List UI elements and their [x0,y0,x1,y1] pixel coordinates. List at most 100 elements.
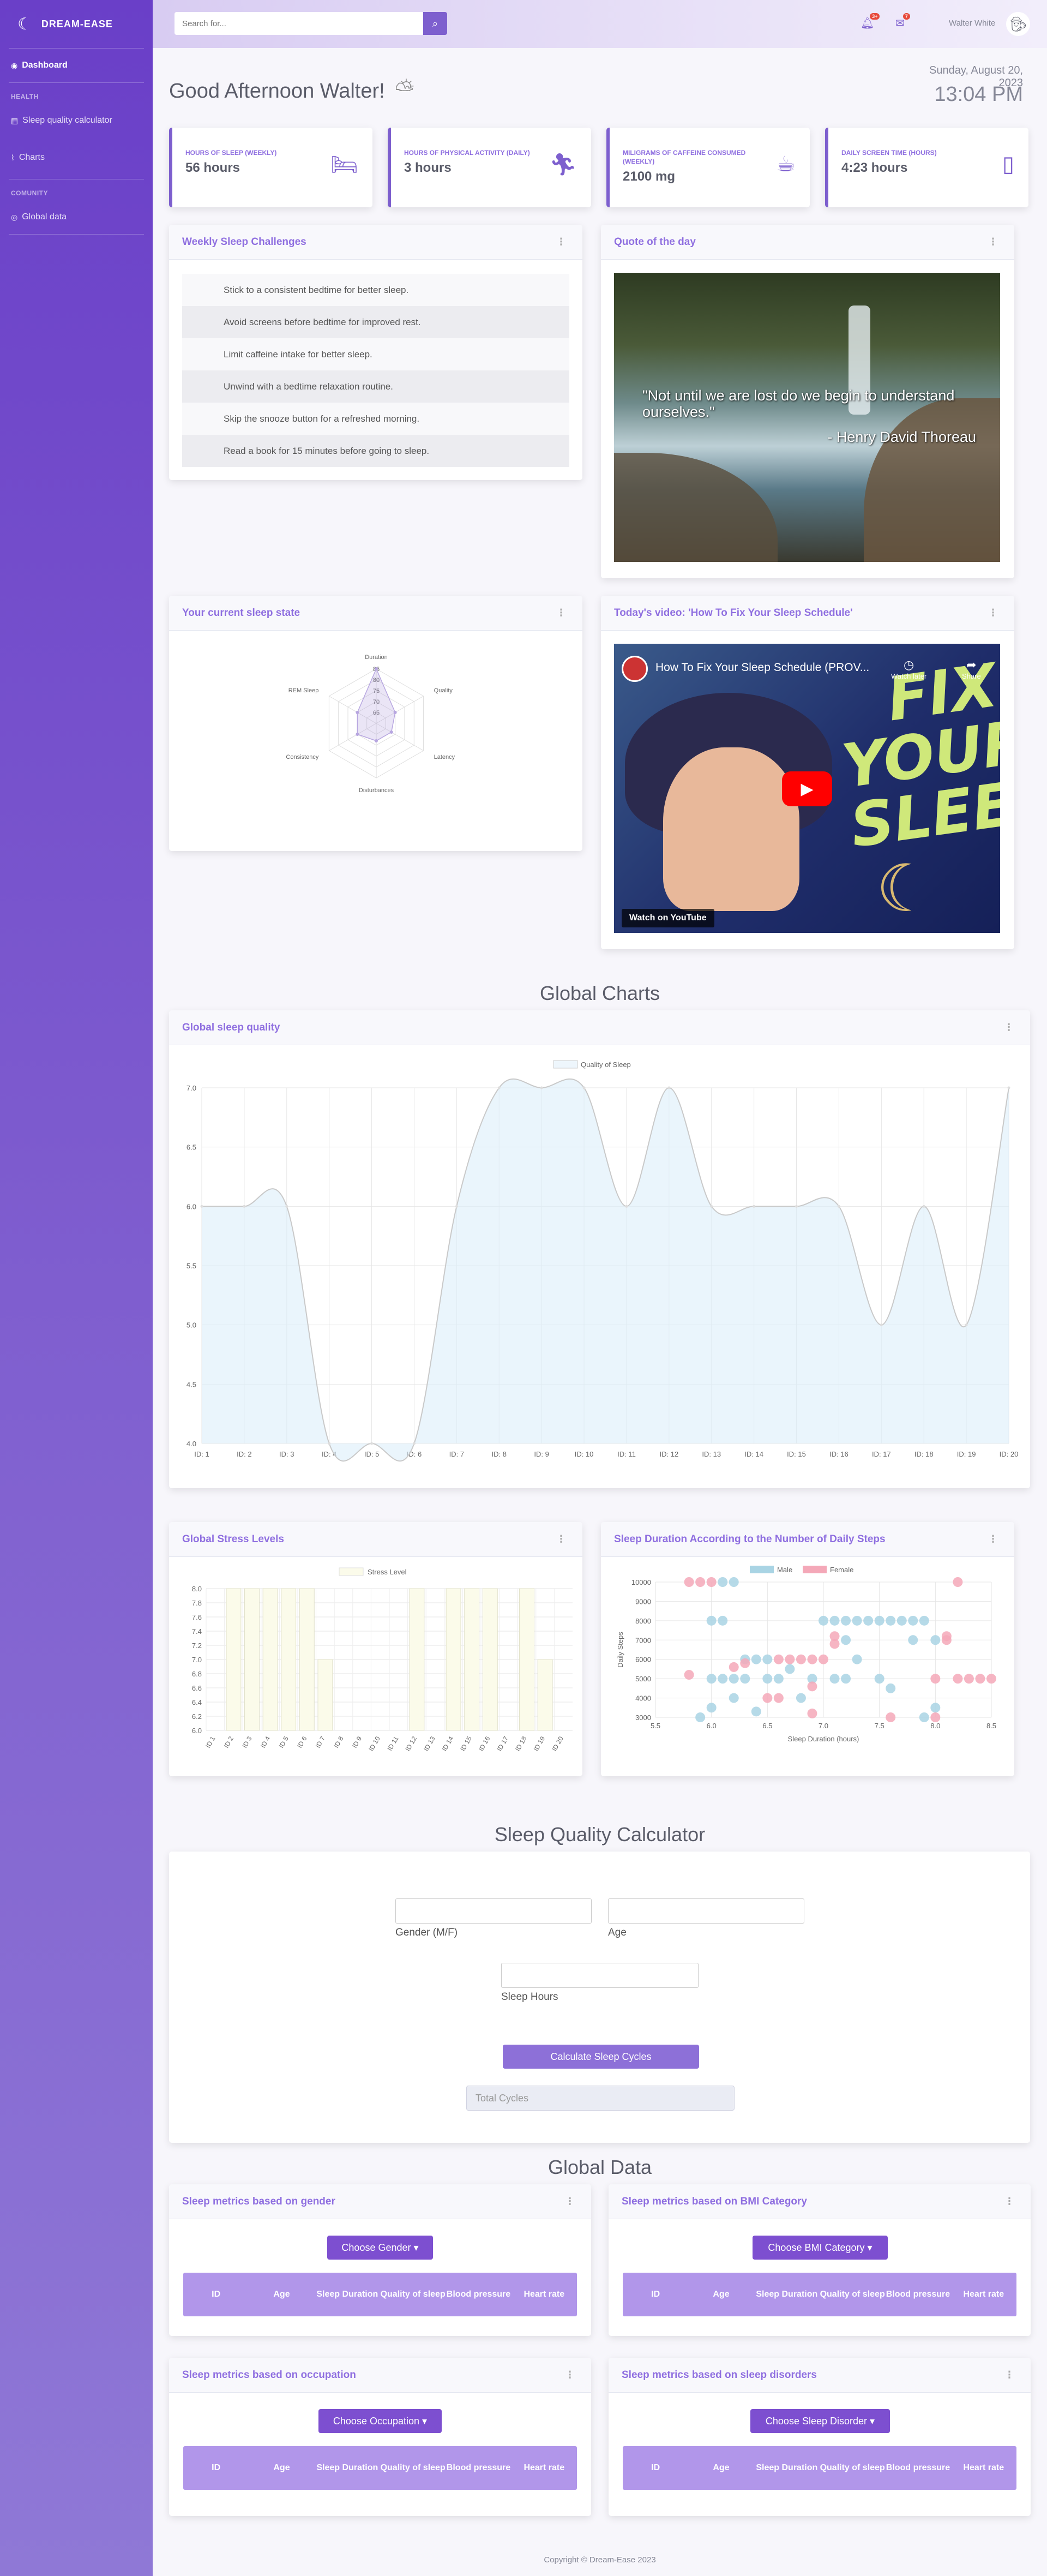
x-tick-label: ID 8 [332,1735,345,1749]
column-header: Age [713,2290,730,2299]
gender-field[interactable] [395,1898,592,1924]
y-tick-label: 7.0 [192,1656,202,1664]
bmi-dropdown[interactable]: Choose BMI Category ▾ [753,2236,888,2260]
more-vertical-icon[interactable]: ⋮ [565,2196,575,2207]
data-point [582,1086,586,1089]
scatter-point [762,1674,773,1684]
scatter-point [919,1712,929,1722]
data-point [710,1205,713,1208]
messages-button[interactable]: ✉ 7 [895,13,910,30]
messages-badge: 7 [902,13,910,20]
more-vertical-icon[interactable]: ⋮ [556,607,566,619]
more-vertical-icon[interactable]: ⋮ [1004,2196,1014,2207]
user-name[interactable]: Walter White [949,19,995,28]
scatter-point [762,1693,773,1703]
dropdown-label: Choose Sleep Disorder [765,2415,868,2427]
sidebar-item-global-data[interactable]: ◎ Global data [0,200,153,234]
x-tick-label: ID 5 [278,1735,290,1749]
more-vertical-icon[interactable]: ⋮ [565,2369,575,2381]
data-point [285,1205,288,1208]
disorder-metrics-card: Sleep metrics based on sleep disorders ⋮ [609,2358,1031,2516]
x-tick-label: ID 13 [422,1735,437,1752]
scatter-point [706,1703,717,1713]
x-tick-label: ID 12 [404,1735,419,1752]
brand[interactable]: ☾ DREAM-EASE [0,0,153,48]
list-item: Limit caffeine intake for better sleep. [182,338,569,370]
more-vertical-icon[interactable]: ⋮ [988,607,998,619]
more-vertical-icon[interactable]: ⋮ [1004,2369,1014,2381]
scatter-point [718,1615,728,1626]
scatter-point [930,1635,941,1645]
more-vertical-icon[interactable]: ⋮ [988,236,998,248]
age-field[interactable] [608,1898,804,1924]
occupation-dropdown[interactable]: Choose Occupation ▾ [318,2409,442,2433]
disorder-dropdown[interactable]: Choose Sleep Disorder ▾ [750,2409,890,2433]
x-tick-label: ID 14 [441,1735,455,1752]
column-header: Sleep Duration [756,2463,818,2472]
scatter-point [695,1577,706,1587]
card-header: Sleep metrics based on sleep disorders ⋮ [609,2358,1031,2393]
play-button[interactable]: ▶ [782,771,832,806]
alerts-badge: 3+ [870,13,880,20]
more-vertical-icon[interactable]: ⋮ [556,236,566,248]
quote-text: "Not until we are lost do we begin to un… [642,387,955,420]
more-vertical-icon[interactable]: ⋮ [1004,1022,1014,1033]
calculate-button[interactable]: Calculate Sleep Cycles [503,2045,699,2069]
video-player[interactable]: FIX YOUR SLEEP ☾ How To Fix Your Sleep S… [614,644,1000,933]
list-item: Avoid screens before bedtime for improve… [182,306,569,338]
share-button[interactable]: ➦ Share [962,658,981,680]
scatter-point [829,1631,840,1642]
data-point [455,1205,458,1208]
more-vertical-icon[interactable]: ⋮ [556,1533,566,1545]
alerts-button[interactable]: 🔔︎ 3+ [861,13,880,30]
bar [317,1659,333,1731]
sidebar-item-charts[interactable]: ⌇ Charts [0,137,153,175]
share-icon: ➦ [966,658,977,672]
legend-label: Quality of Sleep [581,1061,631,1069]
sleep-hours-field[interactable] [501,1963,699,1988]
share-label: Share [962,672,981,680]
card-header: Weekly Sleep Challenges ⋮ [169,225,582,260]
channel-logo[interactable] [622,656,648,682]
stat-card-caffeine: MILIGRAMS OF CAFFEINE CONSUMED (WEEKLY) … [606,128,810,207]
sidebar-item-label: Global data [22,212,67,221]
column-header: Blood pressure [886,2290,950,2299]
x-tick-label: ID: 18 [914,1450,934,1458]
scatter-point [773,1674,784,1684]
video-title[interactable]: How To Fix Your Sleep Schedule (PROV... [655,661,869,674]
list-item: Skip the snooze button for a refreshed m… [182,403,569,435]
sidebar-heading-community: COMUNITY [11,189,48,197]
radar-axis-label: Disturbances [359,787,394,794]
search-input[interactable] [174,12,423,35]
scatter-point [852,1615,862,1626]
avatar[interactable]: 🕵︎ [1006,12,1030,36]
x-tick-label: ID: 19 [957,1450,976,1458]
card-title: Today's video: 'How To Fix Your Sleep Sc… [614,607,853,619]
column-header: Heart rate [524,2290,565,2299]
column-header: Sleep Duration [316,2290,378,2299]
x-tick-label: ID 18 [514,1735,528,1752]
search-button[interactable]: ⌕ [423,12,447,35]
y-axis-label: Daily Steps [616,1632,624,1668]
x-tick-label: ID: 14 [744,1450,763,1458]
more-vertical-icon[interactable]: ⋮ [988,1533,998,1545]
stat-label: HOURS OF SLEEP (WEEKLY) [185,149,277,157]
x-tick-label: ID 15 [459,1735,473,1752]
watch-later-button[interactable]: ◷ Watch later [891,658,926,680]
gender-dropdown[interactable]: Choose Gender ▾ [327,2236,433,2260]
watch-on-youtube-link[interactable]: Watch on YouTube [622,909,714,927]
stress-card: Global Stress Levels ⋮ Stress Level 8.0 7.… [169,1522,582,1776]
cloud-sun-icon: ⛅︎ [395,76,414,103]
data-point [837,1205,840,1208]
scatter-point [729,1693,739,1703]
x-axis-label: Sleep Duration (hours) [788,1735,859,1743]
y-tick-label: 7.6 [192,1613,202,1621]
x-tick-label: ID: 5 [364,1450,379,1458]
sidebar-item-calculator[interactable]: ▦ Sleep quality calculator [0,104,153,137]
dropdown-label: Choose Occupation [333,2415,420,2427]
x-tick-label: ID: 12 [659,1450,678,1458]
total-cycles-field[interactable]: Total Cycles [466,2086,735,2111]
sidebar-item-dashboard[interactable]: ◉ Dashboard [0,49,153,82]
quote-card: Quote of the day ⋮ "Not until we are los… [601,225,1014,578]
x-tick-label: ID: 13 [702,1450,721,1458]
